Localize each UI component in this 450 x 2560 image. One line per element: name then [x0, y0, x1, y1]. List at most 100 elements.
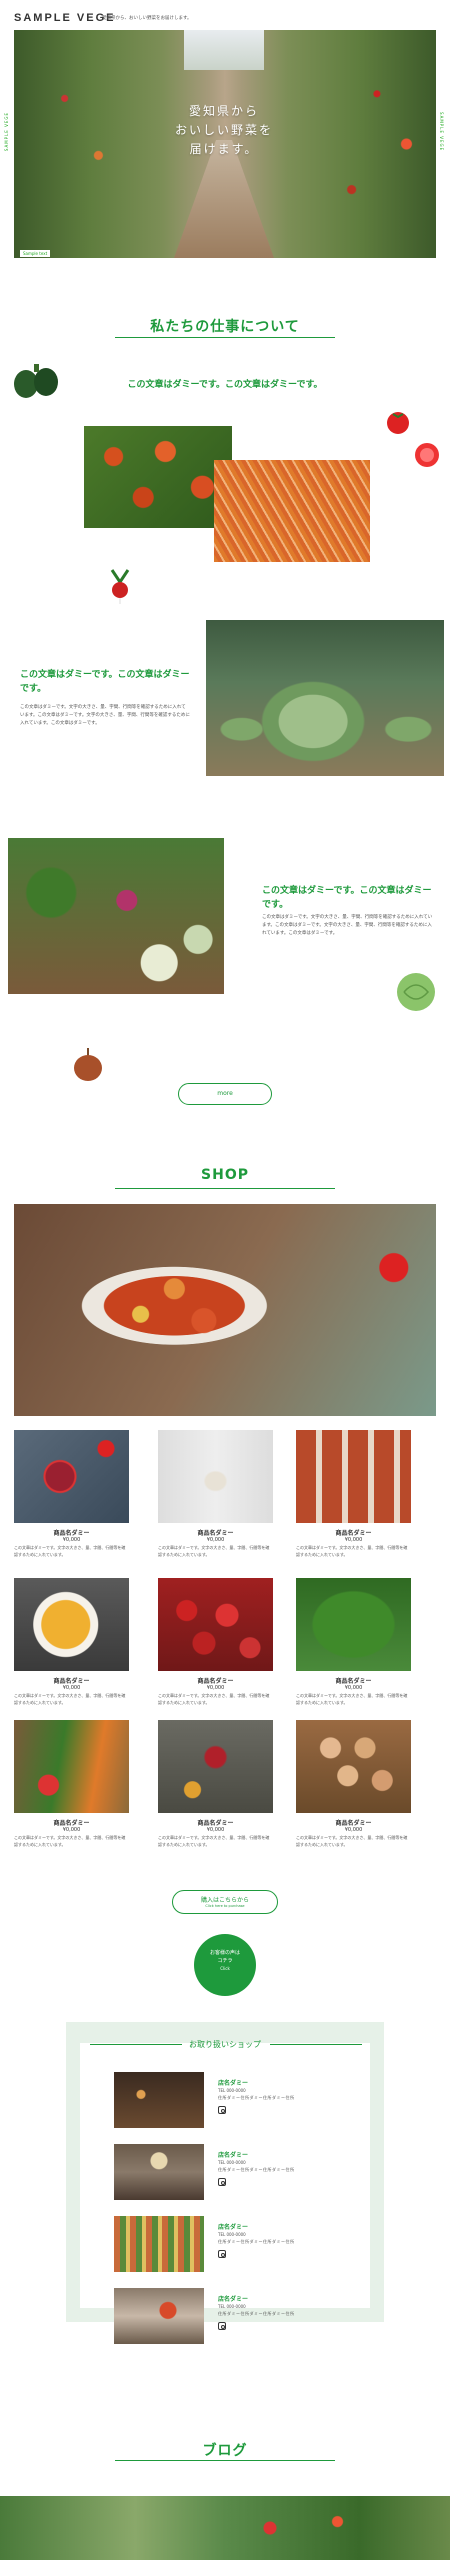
about-block1-heading: この文章はダミーです。この文章はダミーです。	[20, 670, 190, 694]
tomato-icon	[387, 412, 409, 434]
product-description: この文章はダミーです。文字の大きさ、量、字間、行間等を確認するために入れています…	[296, 1693, 408, 1705]
product-name[interactable]: 商品名ダミー	[158, 1676, 273, 1685]
tomato-half-icon	[415, 443, 439, 467]
store-name[interactable]: 店名ダミー	[218, 2150, 248, 2159]
store-image[interactable]	[114, 2072, 204, 2128]
product-description: この文章はダミーです。文字の大きさ、量、字間、行間等を確認するために入れています…	[14, 1835, 126, 1847]
hero-line-2: おいしい野菜を	[174, 123, 273, 137]
store-name[interactable]: 店名ダミー	[218, 2294, 248, 2303]
voice-line-1: お客様の声は	[209, 1950, 240, 1956]
store-tel: TEL 000-0000	[218, 2232, 246, 2237]
hero-sky	[184, 30, 264, 70]
buy-button-sub: Click here to purchase	[205, 1904, 245, 1908]
radish-icon	[110, 569, 130, 604]
about-title-line	[115, 337, 335, 338]
stores-title: お取り扱いショップ	[189, 2040, 261, 2049]
store-address: 住所ダミー住所ダミー住所ダミー住所	[218, 2167, 295, 2172]
product-image[interactable]	[14, 1720, 129, 1813]
shop-title-line	[115, 1188, 335, 1189]
voice-line-2: コチラ	[217, 1958, 233, 1964]
product-description: この文章はダミーです。文字の大きさ、量、字間、行間等を確認するために入れています…	[296, 1545, 408, 1557]
hero-copy: 愛知県から おいしい野菜を 届けます。	[134, 102, 314, 159]
product-price: ¥0,000	[62, 1685, 81, 1691]
cabbage-field-photo	[206, 620, 444, 776]
shop-title: SHOP	[201, 1167, 249, 1183]
product-image[interactable]	[14, 1578, 129, 1671]
site-logo[interactable]: SAMPLE VEGE	[14, 12, 115, 24]
store-address: 住所ダミー住所ダミー住所ダミー住所	[218, 2311, 295, 2316]
store-tel: TEL 000-0000	[218, 2304, 246, 2309]
hero-badge: Sample text	[20, 250, 51, 257]
hero-line-1: 愛知県から	[188, 104, 259, 118]
about-block2-heading: この文章はダミーです。この文章はダミーです。	[262, 886, 432, 910]
vegetable-basket-photo	[8, 838, 224, 994]
store-name[interactable]: 店名ダミー	[218, 2078, 248, 2087]
product-description: この文章はダミーです。文字の大きさ、量、字間、行間等を確認するために入れています…	[296, 1835, 408, 1847]
product-image[interactable]	[158, 1578, 273, 1671]
page: { "header":{"logo":"SAMPLE VEGE","taglin…	[0, 0, 450, 2560]
product-description: この文章はダミーです。文字の大きさ、量、字間、行間等を確認するために入れています…	[14, 1545, 126, 1557]
soup-hero-photo	[14, 1204, 436, 1416]
product-name[interactable]: 商品名ダミー	[158, 1818, 273, 1827]
product-image[interactable]	[158, 1430, 273, 1523]
product-price: ¥0,000	[62, 1537, 81, 1543]
instagram-icon[interactable]	[218, 2322, 226, 2330]
instagram-icon[interactable]	[218, 2106, 226, 2114]
store-image[interactable]	[114, 2216, 204, 2272]
product-image[interactable]	[14, 1430, 129, 1523]
store-tel: TEL 000-0000	[218, 2088, 246, 2093]
product-name[interactable]: 商品名ダミー	[296, 1818, 411, 1827]
product-price: ¥0,000	[344, 1537, 363, 1543]
product-price: ¥0,000	[62, 1827, 81, 1833]
about-block1-text: この文章はダミーです。文字の大きさ、量、字間、行間等を確認するために入れています…	[20, 705, 190, 726]
product-description: この文章はダミーです。文字の大きさ、量、字間、行間等を確認するために入れています…	[158, 1545, 270, 1557]
about-title: 私たちの仕事について	[150, 319, 300, 335]
blog-title: ブログ	[202, 2443, 248, 2459]
product-price: ¥0,000	[344, 1827, 363, 1833]
instagram-icon[interactable]	[218, 2178, 226, 2186]
store-address: 住所ダミー住所ダミー住所ダミー住所	[218, 2095, 295, 2100]
more-button[interactable]: more	[178, 1083, 272, 1105]
product-price: ¥0,000	[344, 1685, 363, 1691]
about-block2-text: この文章はダミーです。文字の大きさ、量、字間、行間等を確認するために入れています…	[262, 915, 433, 936]
product-name[interactable]: 商品名ダミー	[296, 1676, 411, 1685]
product-image[interactable]	[296, 1430, 411, 1523]
store-address: 住所ダミー住所ダミー住所ダミー住所	[218, 2239, 295, 2244]
product-price: ¥0,000	[206, 1537, 225, 1543]
carrot-market-photo	[214, 460, 370, 562]
hero-line-3: 届けます。	[189, 142, 259, 156]
product-name[interactable]: 商品名ダミー	[14, 1676, 129, 1685]
instagram-icon[interactable]	[218, 2250, 226, 2258]
product-image[interactable]	[296, 1720, 411, 1813]
tomato-vine-photo	[84, 426, 232, 528]
blog-title-line	[115, 2460, 335, 2461]
green-pepper-icon	[14, 364, 58, 398]
cabbage-icon	[397, 973, 435, 1011]
store-tel: TEL 000-0000	[218, 2160, 246, 2165]
side-label-left: SAMPLE VEGE	[4, 112, 9, 152]
product-price: ¥0,000	[206, 1685, 225, 1691]
product-name[interactable]: 商品名ダミー	[14, 1528, 129, 1537]
product-image[interactable]	[158, 1720, 273, 1813]
buy-button-label: 購入はこちらから	[200, 1897, 249, 1904]
header-tagline: 愛知県から、おいしい野菜をお届けします。	[102, 16, 192, 21]
product-name[interactable]: 商品名ダミー	[158, 1528, 273, 1537]
voice-line-3: Click	[220, 1966, 230, 1971]
product-name[interactable]: 商品名ダミー	[296, 1528, 411, 1537]
about-lead: この文章はダミーです。この文章はダミーです。	[127, 380, 323, 390]
onion-icon	[74, 1048, 102, 1081]
blog-banner-photo	[0, 2496, 450, 2560]
product-image[interactable]	[296, 1578, 411, 1671]
hero-image: 愛知県から おいしい野菜を 届けます。 Sample text	[14, 30, 436, 258]
product-price: ¥0,000	[206, 1827, 225, 1833]
store-name[interactable]: 店名ダミー	[218, 2222, 248, 2231]
product-description: この文章はダミーです。文字の大きさ、量、字間、行間等を確認するために入れています…	[14, 1693, 126, 1705]
buy-button[interactable]: 購入はこちらから Click here to purchase	[172, 1890, 278, 1914]
store-image[interactable]	[114, 2288, 204, 2344]
product-name[interactable]: 商品名ダミー	[14, 1818, 129, 1827]
product-description: この文章はダミーです。文字の大きさ、量、字間、行間等を確認するために入れています…	[158, 1835, 270, 1847]
side-label-right: SAMPLE VEGE	[439, 112, 444, 152]
voice-circle-button[interactable]: お客様の声は コチラ Click	[194, 1934, 256, 1996]
product-description: この文章はダミーです。文字の大きさ、量、字間、行間等を確認するために入れています…	[158, 1693, 270, 1705]
store-image[interactable]	[114, 2144, 204, 2200]
